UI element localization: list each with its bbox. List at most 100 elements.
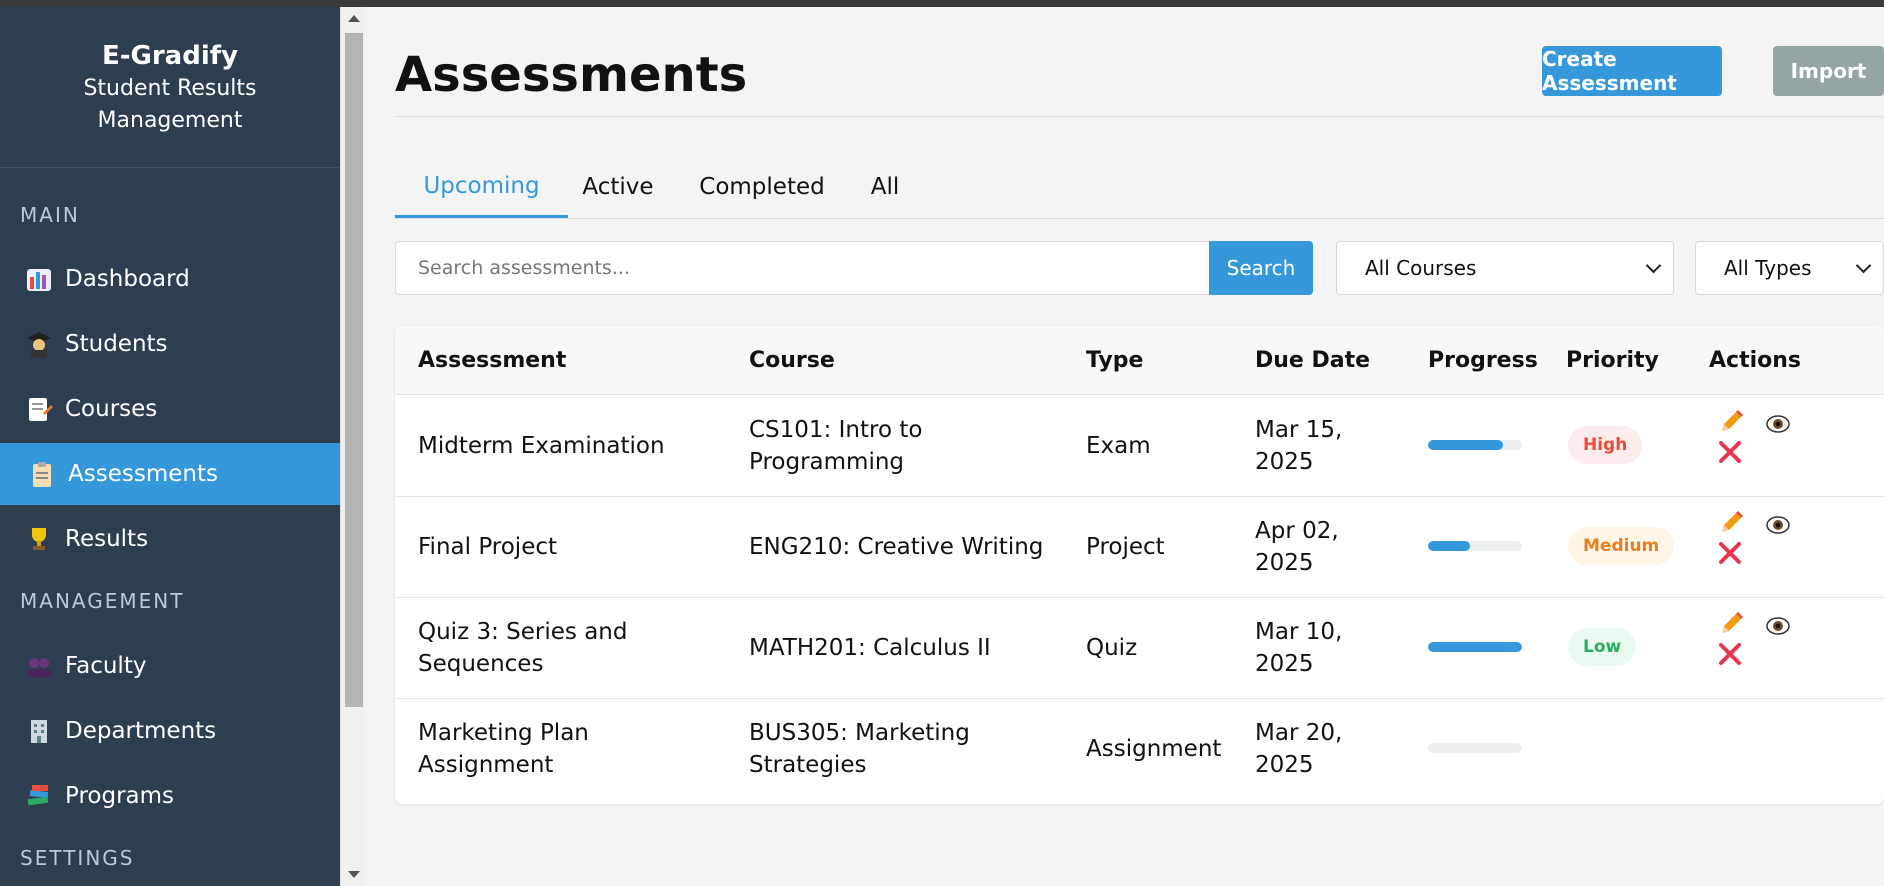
type-cell: Exam [1086,432,1151,459]
create-assessment-button[interactable]: Create Assessment [1542,46,1722,96]
section-management: MANAGEMENT [20,589,185,613]
table-row[interactable]: Quiz 3: Series and Sequences MATH201: Calc… [395,597,1884,699]
course-select-value: All Courses [1365,256,1477,280]
progress-fill [1428,440,1504,450]
tab-upcoming[interactable]: Upcoming [395,157,568,218]
due-date: Mar 20, [1255,719,1343,746]
priority-badge: High [1568,426,1643,464]
due-year: 2025 [1255,549,1314,576]
course-cell: ENG210: Creative Writing [749,496,1043,597]
assessment-name: Marketing Plan [418,719,589,746]
sidebar-item-label: Students [65,331,168,357]
assessment-name-cont: Assignment [418,751,554,778]
sidebar-item-label: Assessments [68,461,218,487]
search-button[interactable]: Search [1209,241,1313,295]
chevron-down-icon [1855,257,1872,274]
delete-icon[interactable] [1718,440,1742,470]
table-row[interactable]: Final Project ENG210: Creative Writing Pro… [395,496,1884,598]
course-name: ENG210: Creative Writing [749,533,1044,560]
progress-fill [1428,642,1522,652]
type-cell: Quiz [1086,634,1138,661]
delete-icon[interactable] [1718,642,1742,672]
clipboard-icon [28,460,56,488]
sidebar-item-programs[interactable]: Programs [0,765,340,827]
type-select[interactable]: All Types [1695,241,1884,295]
sidebar: E-Gradify Student Results Management MAI… [0,7,340,886]
progress-bar [1428,440,1522,450]
brand: E-Gradify Student Results Management [0,7,340,168]
divider [395,116,1884,117]
brand-subtitle-line1: Student Results [83,76,257,101]
sidebar-item-label: Programs [65,783,175,809]
edit-icon[interactable] [1718,611,1744,643]
chevron-down-icon [1645,257,1662,274]
column-header: Priority [1566,348,1659,373]
assessment-name: Final Project [418,533,558,560]
tab-active[interactable]: Active [563,157,673,217]
column-header: Assessment [418,348,567,373]
edit-icon[interactable] [1718,409,1744,441]
due-year: 2025 [1255,650,1314,677]
edit-icon[interactable] [1718,510,1744,542]
section-main: MAIN [20,203,80,227]
due-year: 2025 [1255,448,1314,475]
due-date-cell: Apr 02, 2025 [1255,496,1339,597]
progress-bar [1428,541,1522,551]
assessment-name-cont: Sequences [418,650,544,677]
search-input[interactable]: Search assessments... [395,241,1210,295]
sidebar-item-label: Faculty [65,653,147,679]
due-date: Mar 15, [1255,416,1343,443]
priority-badge: Medium [1568,527,1675,565]
import-button[interactable]: Import [1773,46,1884,96]
tab-completed[interactable]: Completed [682,157,842,217]
sidebar-item-label: Results [65,526,149,552]
view-icon[interactable] [1766,412,1790,440]
memo-icon [25,395,53,423]
course-name-cont: Strategies [749,751,867,778]
assessment-cell: Final Project [418,496,557,597]
view-icon[interactable] [1766,614,1790,642]
tab-all[interactable]: All [850,157,920,217]
sidebar-item-departments[interactable]: Departments [0,700,340,762]
building-icon [25,717,53,745]
sidebar-item-label: Courses [65,396,158,422]
sidebar-item-label: Departments [65,718,217,744]
sidebar-item-results[interactable]: Results [0,508,340,570]
sidebar-item-faculty[interactable]: Faculty [0,635,340,697]
assessment-cell: Marketing Plan Assignment [418,698,589,799]
type-cell: Assignment [1086,735,1222,762]
scroll-down-icon[interactable] [348,871,360,878]
scroll-up-icon[interactable] [348,15,360,22]
scroll-thumb[interactable] [345,33,363,707]
course-select[interactable]: All Courses [1336,241,1674,295]
brand-subtitle-line2: Management [97,108,243,133]
sidebar-scrollbar[interactable] [340,7,365,886]
sidebar-item-students[interactable]: Students [0,313,340,375]
due-date-cell: Mar 10, 2025 [1255,597,1342,698]
due-year: 2025 [1255,751,1314,778]
course-cell: MATH201: Calculus II [749,597,991,698]
due-date: Mar 10, [1255,618,1343,645]
table-row[interactable]: Marketing Plan Assignment BUS305: Marketin… [395,698,1884,799]
sidebar-item-courses[interactable]: Courses [0,378,340,440]
course-name-cont: Programming [749,448,905,475]
type-select-value: All Types [1724,256,1812,280]
due-date-cell: Mar 20, 2025 [1255,698,1342,799]
delete-icon[interactable] [1718,541,1742,571]
sidebar-item-dashboard[interactable]: Dashboard [0,248,340,310]
sidebar-item-assessments[interactable]: Assessments [0,443,340,505]
column-header: Course [749,348,835,373]
column-header: Type [1086,348,1144,373]
column-header: Due Date [1255,348,1371,373]
table-row[interactable]: Midterm Examination CS101: Intro to Progra… [395,395,1884,497]
course-name: MATH201: Calculus II [749,634,991,661]
page-title: Assessments [395,47,748,103]
progress-bar [1428,743,1522,753]
priority-badge: Low [1568,628,1637,666]
due-date-cell: Mar 15, 2025 [1255,395,1342,496]
section-settings: SETTINGS [20,846,135,870]
course-name: CS101: Intro to [749,416,923,443]
view-icon[interactable] [1766,513,1790,541]
assessments-table: Assessment Course Type Due Date Progress… [395,326,1884,804]
progress-fill [1428,541,1471,551]
